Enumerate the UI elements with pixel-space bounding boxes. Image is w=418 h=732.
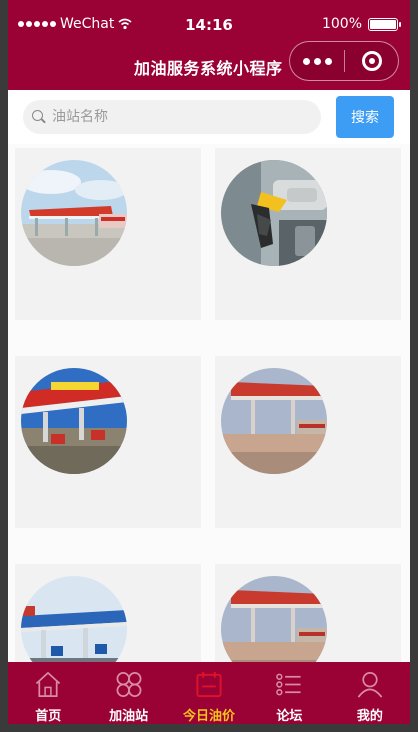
list-icon <box>276 673 302 696</box>
station-card[interactable] <box>215 564 401 662</box>
tab-label: 论坛 <box>276 709 303 724</box>
gas-station-photo[interactable] <box>21 160 127 266</box>
tab-forum[interactable]: 论坛 <box>249 662 329 724</box>
search-icon <box>32 110 46 124</box>
tab-label: 我的 <box>356 709 383 724</box>
tab-label: 首页 <box>35 709 62 724</box>
gas-station-photo[interactable] <box>21 576 127 662</box>
tab-label: 今日油价 <box>183 709 236 724</box>
user-icon <box>357 672 383 698</box>
battery-area: 100% <box>321 16 401 32</box>
tab-home[interactable]: 首页 <box>8 662 88 724</box>
battery-icon <box>368 17 401 31</box>
navigation-bar: 加油服务系统小程序 <box>8 40 410 90</box>
gas-station-photo[interactable] <box>221 368 327 474</box>
battery-level <box>370 19 396 29</box>
home-icon <box>36 671 61 697</box>
tab-today-price[interactable]: 今日油价 <box>169 662 249 724</box>
station-card[interactable] <box>15 148 201 320</box>
tab-stations[interactable]: 加油站 <box>88 662 168 724</box>
search-input[interactable] <box>52 109 292 125</box>
search-box[interactable] <box>23 100 321 134</box>
close-miniprogram-icon[interactable] <box>345 51 398 71</box>
tab-bar: 首页 加油站 今日油价 论坛 我的 <box>8 662 410 724</box>
search-bar: 搜索 <box>8 90 410 144</box>
more-options-icon[interactable] <box>290 57 344 65</box>
tab-mine[interactable]: 我的 <box>330 662 410 724</box>
gas-station-photo[interactable] <box>21 368 127 474</box>
gas-station-photo[interactable] <box>221 576 327 662</box>
grid-icon <box>116 672 142 697</box>
page-title: 加油服务系统小程序 <box>134 59 283 78</box>
station-card[interactable] <box>15 356 201 528</box>
miniprogram-capsule <box>289 41 399 81</box>
station-card[interactable] <box>15 564 201 662</box>
station-card[interactable] <box>215 356 401 528</box>
fuel-nozzle-photo[interactable] <box>221 160 327 266</box>
phone-frame: WeChat 14:16 100% 加油服务系统小程序 搜索 <box>8 0 410 724</box>
station-grid <box>8 144 410 662</box>
station-card[interactable] <box>215 148 401 320</box>
battery-percent: 100% <box>321 16 362 32</box>
calendar-icon <box>196 671 222 698</box>
search-button[interactable]: 搜索 <box>336 96 394 138</box>
tab-label: 加油站 <box>109 709 149 724</box>
